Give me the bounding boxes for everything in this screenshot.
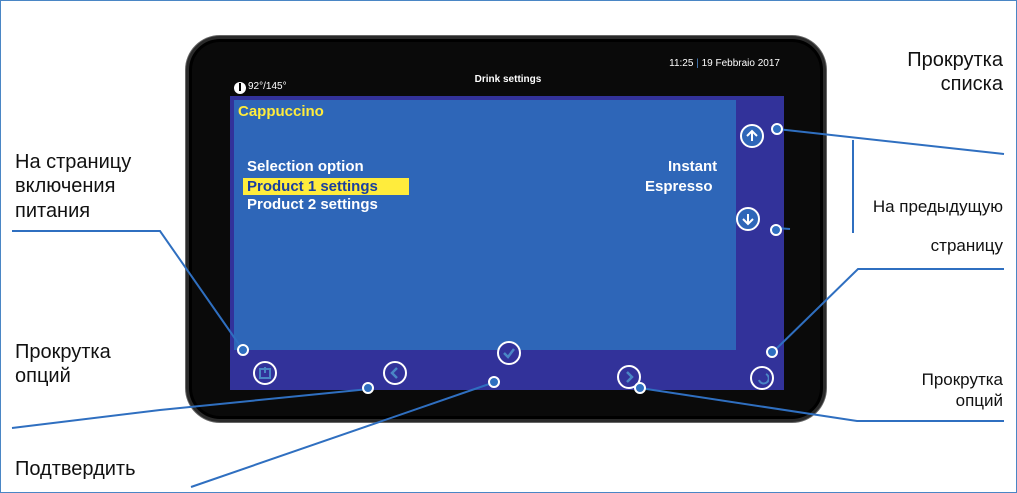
callout-dot-power-page: [237, 344, 249, 356]
label-power-page: На страницу включения питания: [15, 150, 131, 223]
label-scroll-options-right: Прокрутка опций: [922, 370, 1003, 411]
label-confirm: Подтвердить: [15, 458, 136, 480]
label-power-page-line3: питания: [15, 199, 91, 222]
callout-dot-prev-page-top: [770, 224, 782, 236]
callout-dot-prev-page: [766, 346, 778, 358]
label-scroll-list-line2: списка: [940, 73, 1003, 96]
label-scroll-options-left-line1: Прокрутка: [15, 341, 111, 363]
label-scroll-options-right-line1: Прокрутка: [921, 370, 1003, 389]
callout-lines: [11, 128, 1005, 488]
label-scroll-options-right-line2: опций: [955, 390, 1003, 410]
label-scroll-options-left: Прокрутка опций: [15, 340, 111, 389]
label-prev-page-line2: страницу: [930, 236, 1003, 255]
callout-dot-scroll-list: [771, 123, 783, 135]
callout-dot-confirm: [488, 376, 500, 388]
label-prev-page-line1: На предыдущую: [872, 197, 1003, 216]
callout-dot-options-left: [362, 382, 374, 394]
label-scroll-list: Прокрутка списка: [907, 48, 1003, 97]
label-scroll-list-line1: Прокрутка: [907, 49, 1003, 71]
callout-dot-options-right: [634, 382, 646, 394]
label-scroll-options-left-line2: опций: [15, 365, 71, 388]
label-power-page-line1: На страницу: [15, 151, 132, 173]
label-power-page-line2: включения: [15, 175, 116, 198]
